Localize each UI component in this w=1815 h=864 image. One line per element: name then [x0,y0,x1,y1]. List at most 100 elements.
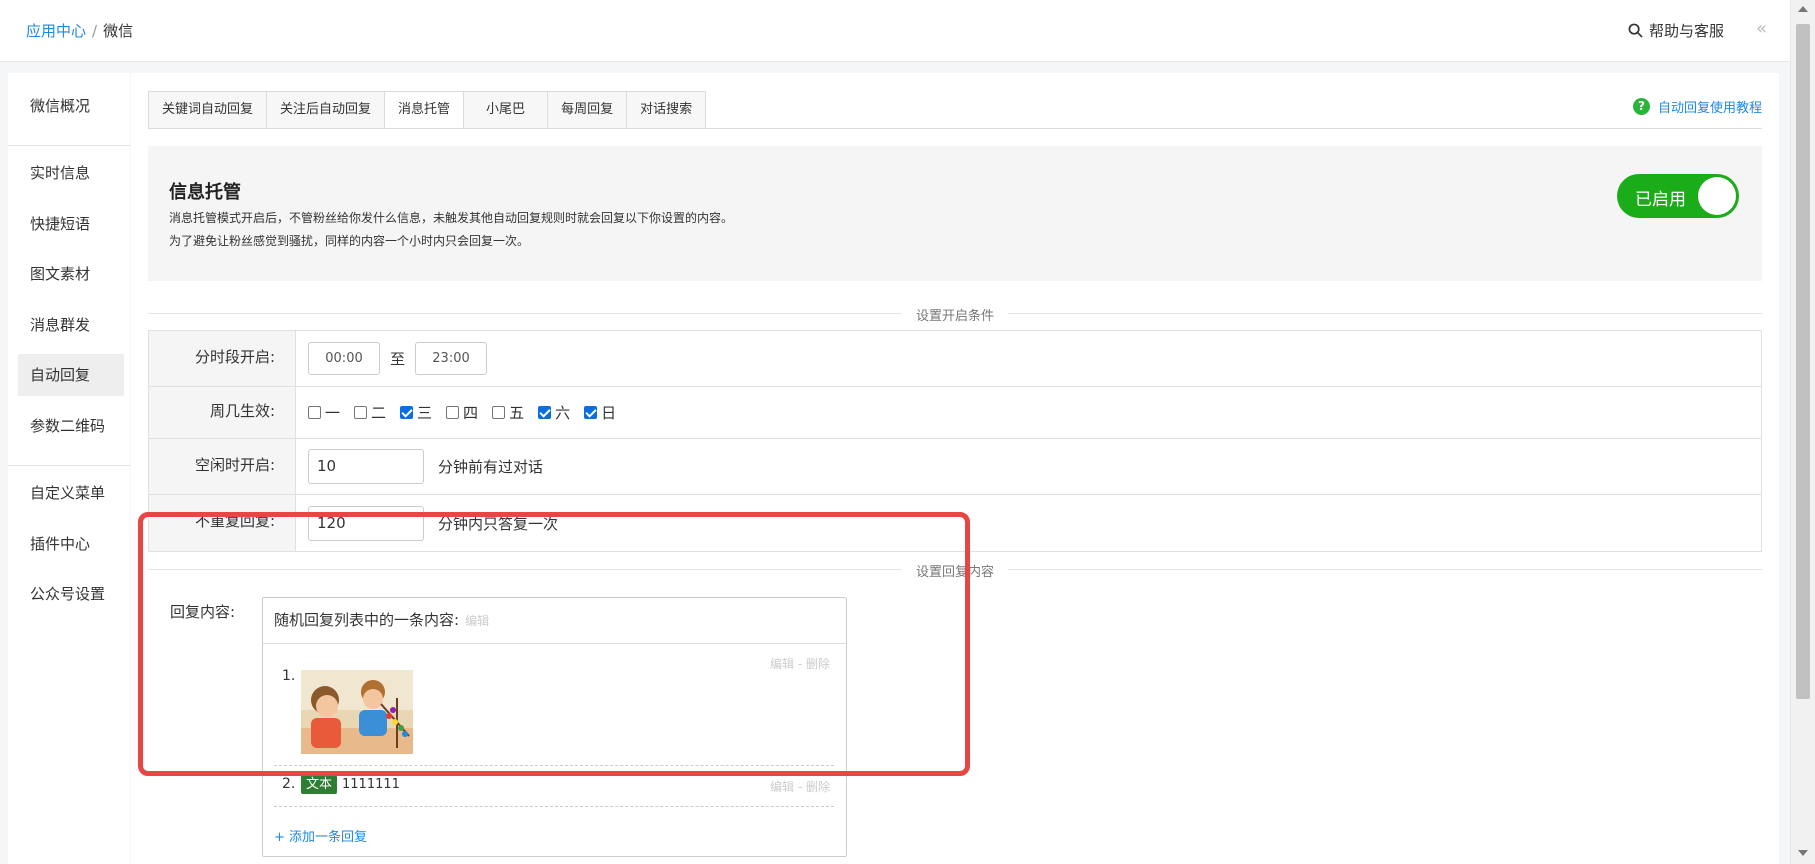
reply-list-box: 随机回复列表中的一条内容: 编辑 1. 编辑 - 删除 2. 文本 111111… [262,597,847,857]
weekdays-label: 周几生效: [149,387,296,438]
breadcrumb: 应用中心 / 微信 [26,20,133,41]
reply-list-title: 随机回复列表中的一条内容: [274,611,460,629]
weekday-fri[interactable]: 五 [492,402,524,423]
children-abacus-image [301,670,413,754]
tab-conversation-search[interactable]: 对话搜索 [626,91,707,129]
vertical-scrollbar[interactable] [1790,0,1815,864]
reply-list-edit-link[interactable]: 编辑 [465,614,489,628]
section-conditions: 设置开启条件 [148,305,1762,324]
sidebar-divider [8,145,130,146]
weekday-checkbox[interactable] [308,406,321,419]
weekday-checkbox[interactable] [584,406,598,419]
reply-item-number: 1. [282,668,296,684]
banner-title: 信息托管 [169,182,241,203]
time-cell: 00:00 至 23:00 [296,331,1761,386]
to-label: 至 [390,350,406,368]
weekday-checkbox[interactable] [538,406,552,419]
sidebar-item-realtime-info[interactable]: 实时信息 [18,152,124,194]
toggle-knob [1698,177,1736,215]
tab-keyword-auto-reply[interactable]: 关键词自动回复 [148,91,267,129]
condition-row-norepeat: 不重复回复: 120 分钟内只答复一次 [149,495,1761,551]
section-content-title: 设置回复内容 [901,561,1009,580]
breadcrumb-separator: / [92,22,98,40]
enable-toggle[interactable]: 已启用 [1617,174,1739,218]
time-label: 分时段开启: [149,331,296,386]
weekday-mon[interactable]: 一 [308,402,340,423]
norepeat-label: 不重复回复: [149,495,296,551]
reply-item-number: 2. [282,776,296,792]
weekday-thu[interactable]: 四 [446,402,478,423]
sidebar-item-mass-message[interactable]: 消息群发 [18,304,124,346]
tabs-underline [148,128,1762,129]
sidebar-item-wechat-overview[interactable]: 微信概况 [18,85,124,127]
norepeat-minutes-input[interactable]: 120 [308,505,424,541]
scroll-up-arrow-icon[interactable] [1798,6,1808,12]
weekdays-cell: 一 二 三 四 五 六 日 [296,387,1761,438]
weekday-label: 四 [463,404,479,422]
tutorial-label: 自动回复使用教程 [1657,101,1762,116]
weekday-label: 日 [601,404,617,422]
reply-text-value: 1111111 [342,777,400,792]
top-bar: 应用中心 / 微信 帮助与客服 « [0,0,1790,62]
weekday-wed[interactable]: 三 [400,402,432,423]
weekday-sun[interactable]: 日 [584,402,616,423]
weekday-label: 三 [417,404,433,422]
tab-weekly-reply[interactable]: 每周回复 [547,91,627,129]
weekday-checkbox[interactable] [446,406,460,419]
weekday-checkbox[interactable] [492,406,506,419]
banner-description-2: 为了避免让粉丝感觉到骚扰，同样的内容一个小时内只会回复一次。 [169,234,530,248]
search-icon [1628,23,1643,38]
weekday-checkbox[interactable] [354,406,368,419]
question-icon: ? [1632,98,1650,115]
section-conditions-title: 设置开启条件 [901,305,1009,324]
idle-suffix: 分钟前有过对话 [438,458,544,476]
idle-cell: 10 分钟前有过对话 [296,439,1761,494]
dashed-divider [274,765,834,766]
section-content: 设置回复内容 [148,561,1762,580]
reply-image-thumbnail[interactable] [301,670,413,754]
main-panel: 关键词自动回复 关注后自动回复 消息托管 小尾巴 每周回复 对话搜索 ? 自动回… [131,73,1779,864]
sidebar-item-media-library[interactable]: 图文素材 [18,253,124,295]
text-type-badge: 文本 [301,775,338,794]
weekday-label: 一 [325,404,341,422]
banner-description-1: 消息托管模式开启后，不管粉丝给你发什么信息，未触发其他自动回复规则时就会回复以下… [169,211,734,225]
reply-item-2-actions[interactable]: 编辑 - 删除 [770,778,830,795]
sidebar-item-quick-phrases[interactable]: 快捷短语 [18,203,124,245]
weekday-checkbox[interactable] [400,406,414,419]
help-button[interactable]: 帮助与客服 [1628,20,1724,41]
scroll-down-arrow-icon[interactable] [1798,850,1808,856]
norepeat-cell: 120 分钟内只答复一次 [296,495,1761,551]
sidebar-item-param-qrcode[interactable]: 参数二维码 [18,405,124,447]
tab-follow-auto-reply[interactable]: 关注后自动回复 [266,91,385,129]
sidebar: 微信概况 实时信息 快捷短语 图文素材 消息群发 自动回复 参数二维码 自定义菜… [8,73,130,864]
tab-tail[interactable]: 小尾巴 [463,91,548,129]
tab-message-hosting[interactable]: 消息托管 [384,91,464,129]
sidebar-item-auto-reply[interactable]: 自动回复 [18,354,124,396]
help-label: 帮助与客服 [1648,22,1724,40]
condition-row-weekdays: 周几生效: 一 二 三 四 五 六 日 [149,387,1761,439]
reply-content-label: 回复内容: [170,603,236,621]
idle-minutes-input[interactable]: 10 [308,449,424,484]
weekday-label: 二 [371,404,387,422]
weekday-label: 五 [509,404,525,422]
breadcrumb-app-center-link[interactable]: 应用中心 [26,22,86,40]
sidebar-item-plugin-center[interactable]: 插件中心 [18,523,124,565]
sidebar-divider [8,465,130,466]
add-reply-button[interactable]: + 添加一条回复 [274,826,367,845]
scrollbar-thumb[interactable] [1796,24,1810,699]
condition-row-idle: 空闲时开启: 10 分钟前有过对话 [149,439,1761,495]
condition-row-time: 分时段开启: 00:00 至 23:00 [149,331,1761,387]
weekday-label: 六 [555,404,571,422]
sidebar-item-custom-menu[interactable]: 自定义菜单 [18,472,124,514]
weekday-tue[interactable]: 二 [354,402,386,423]
tutorial-link[interactable]: ? 自动回复使用教程 [1632,97,1762,116]
hosting-banner: 信息托管 消息托管模式开启后，不管粉丝给你发什么信息，未触发其他自动回复规则时就… [148,146,1762,281]
sidebar-item-account-settings[interactable]: 公众号设置 [18,573,124,615]
reply-item-1-actions[interactable]: 编辑 - 删除 [770,655,830,672]
end-time-input[interactable]: 23:00 [415,342,488,375]
collapse-double-left-icon[interactable]: « [1756,18,1767,39]
weekday-sat[interactable]: 六 [538,402,570,423]
reply-item-text: 文本 1111111 [301,775,400,794]
conditions-table: 分时段开启: 00:00 至 23:00 周几生效: 一 二 三 四 五 六 日… [148,330,1762,552]
start-time-input[interactable]: 00:00 [308,342,380,375]
